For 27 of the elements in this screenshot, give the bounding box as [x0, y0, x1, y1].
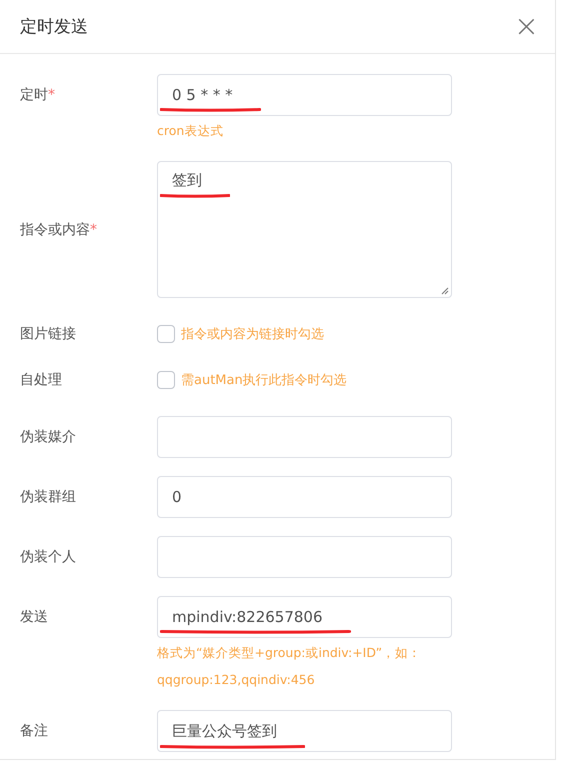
- field-label: 指令或内容: [20, 220, 90, 238]
- field-label: 图片链接: [20, 325, 76, 343]
- field-label: 伪装媒介: [20, 428, 76, 446]
- field-label: 定时: [20, 86, 48, 104]
- field-label: 伪装群组: [20, 488, 76, 506]
- input-field[interactable]: 0: [157, 476, 452, 518]
- input-field[interactable]: 巨量公众号签到: [157, 710, 452, 752]
- checkbox[interactable]: [157, 325, 175, 343]
- field-label: 伪装个人: [20, 548, 76, 566]
- close-button[interactable]: ×: [514, 12, 539, 42]
- hint-text: 格式为“媒介类型+group:或indiv:+ID”，如：qqgroup:123,qqindiv:456: [157, 644, 422, 689]
- dialog-title: 定时发送: [20, 16, 88, 38]
- input-field[interactable]: [157, 416, 452, 458]
- input-field[interactable]: [157, 536, 452, 578]
- text-area[interactable]: 签到: [157, 161, 452, 298]
- field-label: 自处理: [20, 371, 62, 389]
- required-mark: *: [48, 87, 55, 103]
- hint-text: cron表达式: [157, 122, 224, 140]
- field-label: 备注: [20, 722, 48, 740]
- checkbox[interactable]: [157, 371, 175, 389]
- input-field[interactable]: 0 5 * * *: [157, 74, 452, 116]
- hint-text: 需autMan执行此指令时勾选: [181, 372, 347, 389]
- resize-grip-icon[interactable]: [441, 287, 449, 295]
- field-label: 发送: [20, 608, 48, 626]
- input-field[interactable]: mpindiv:822657806: [157, 596, 452, 638]
- hint-text: 指令或内容为链接时勾选: [181, 326, 324, 343]
- required-mark: *: [90, 222, 97, 238]
